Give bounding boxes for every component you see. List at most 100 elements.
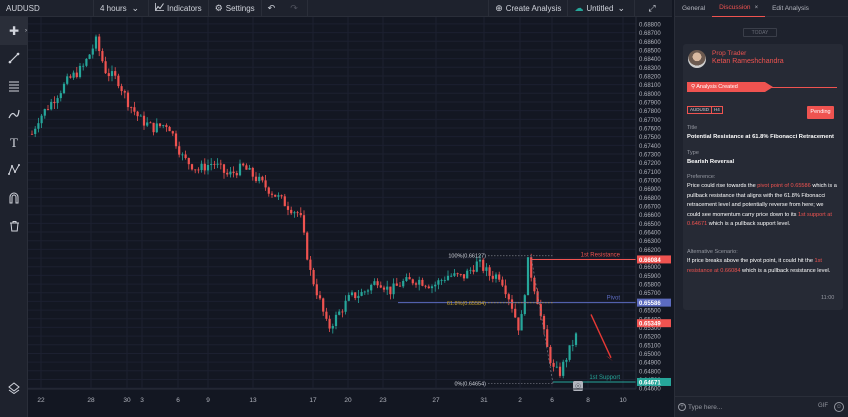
avatar[interactable] xyxy=(688,50,706,68)
candle-body xyxy=(72,72,75,78)
alternative-text-1: If price breaks above the pivot point, i… xyxy=(687,258,815,264)
trendline-tool[interactable] xyxy=(0,45,28,73)
price-tick-label: 0.67700 xyxy=(639,118,661,124)
fib-level-label: 0%(0.64654) xyxy=(455,381,487,387)
tab-edit-analysis-label: Edit Analysis xyxy=(772,4,809,12)
message-time: 11:00 xyxy=(821,295,835,301)
price-tick-label: 0.66400 xyxy=(639,231,661,237)
candle-body xyxy=(251,167,254,177)
candle-body xyxy=(514,308,517,318)
price-chart[interactable]: 1st Resistance Pivot 1st Support 100%(0.661… xyxy=(28,17,672,417)
settings-button[interactable]: ⚙ Settings xyxy=(209,0,262,17)
interval-label: 4 hours xyxy=(100,3,127,13)
candle-body xyxy=(30,133,34,135)
add-attachment-icon[interactable]: + xyxy=(678,403,686,411)
candle-body xyxy=(334,314,338,327)
candle-body xyxy=(517,317,520,331)
interval-select[interactable]: 4 hours ⌄ xyxy=(94,0,149,17)
layout-button[interactable]: ☁ Untitled ⌄ xyxy=(567,0,634,17)
price-tick-label: 0.68000 xyxy=(639,92,661,98)
price-tick-label: 0.66000 xyxy=(639,265,661,271)
price-tick-label: 0.67900 xyxy=(639,100,661,106)
top-toolbar: AUDUSD 4 hours ⌄ Indicators ⚙ Settings ↶… xyxy=(0,0,672,17)
candle-body xyxy=(155,123,158,133)
tab-discussion[interactable]: Discussion × xyxy=(712,0,766,17)
fib-level-label: 61.8%(0.65584) xyxy=(447,301,486,307)
candle-body xyxy=(270,193,274,195)
candle-body xyxy=(248,167,251,170)
candle-body xyxy=(40,115,43,124)
trash-tool[interactable] xyxy=(0,213,28,241)
candle-body xyxy=(146,122,149,126)
candle-body xyxy=(475,261,478,272)
candle-body xyxy=(507,294,510,300)
price-tick-label: 0.65200 xyxy=(639,335,661,341)
indicators-button[interactable]: Indicators xyxy=(149,0,209,17)
fullscreen-button[interactable]: ⤢ xyxy=(634,0,672,17)
panel-tabs: General Discussion × Edit Analysis xyxy=(675,0,848,17)
crosshair-tool[interactable]: ✚ › xyxy=(0,17,28,45)
candle-body xyxy=(178,146,181,155)
price-tick-label: 0.67600 xyxy=(639,126,661,132)
candle-body xyxy=(485,267,488,271)
price-tick-label: 0.68400 xyxy=(639,57,661,63)
symbol-search[interactable]: AUDUSD xyxy=(0,0,94,17)
candle-body xyxy=(459,274,462,275)
candle-body xyxy=(379,285,382,288)
candle-body xyxy=(568,345,571,360)
candle-body xyxy=(293,212,296,214)
candle-body xyxy=(549,346,552,363)
candle-body xyxy=(414,283,418,285)
candle-body xyxy=(94,36,98,49)
price-tick-label: 0.67400 xyxy=(639,144,661,150)
drawing-toolbar: ✚ › T xyxy=(0,17,28,417)
candle-body xyxy=(203,163,206,171)
analysis-card: Prop Trader Ketan Rameshchandra ⚲ Analys… xyxy=(683,44,843,310)
candle-body xyxy=(360,292,363,296)
candle-body xyxy=(498,274,501,280)
redo-button[interactable]: ↷ xyxy=(284,0,308,17)
tab-general[interactable]: General xyxy=(675,0,712,17)
author-name[interactable]: Ketan Rameshchandra xyxy=(712,58,784,65)
close-icon[interactable]: × xyxy=(755,5,759,11)
layers-tool[interactable] xyxy=(0,375,28,403)
text-icon: T xyxy=(10,135,18,150)
candle-body xyxy=(539,304,542,316)
time-tick-label: 2 xyxy=(518,397,522,404)
magnet-tool[interactable] xyxy=(0,185,28,213)
candle-body xyxy=(283,196,286,207)
status-banner-label: Analysis Created xyxy=(696,84,738,90)
create-analysis-button[interactable]: ⊕ Create Analysis xyxy=(488,0,567,17)
candle-body xyxy=(488,267,491,276)
time-tick-label: 9 xyxy=(206,397,210,404)
price-tick-label: 0.68700 xyxy=(639,31,661,37)
brush-tool[interactable] xyxy=(0,101,28,129)
gif-button[interactable]: GIF xyxy=(818,403,828,409)
time-tick-label: 17 xyxy=(309,397,317,404)
candle-body xyxy=(190,164,194,170)
candle-body xyxy=(430,286,434,289)
reply-input[interactable] xyxy=(688,402,808,413)
candle-body xyxy=(350,292,354,296)
settings-label: Settings xyxy=(225,3,255,13)
chart-canvas[interactable]: 1st Resistance Pivot 1st Support 100%(0.661… xyxy=(28,17,672,417)
undo-button[interactable]: ↶ xyxy=(262,0,285,17)
candle-body xyxy=(315,284,318,296)
pattern-tool[interactable] xyxy=(0,157,28,185)
candle-body xyxy=(520,314,523,331)
candle-body xyxy=(181,154,184,156)
tab-edit-analysis[interactable]: Edit Analysis xyxy=(765,0,816,17)
chevron-down-icon: ⌄ xyxy=(617,2,625,13)
fib-tool[interactable] xyxy=(0,73,28,101)
text-tool[interactable]: T xyxy=(0,129,28,157)
support-label: 1st Support xyxy=(589,375,620,381)
tab-discussion-label: Discussion xyxy=(719,4,751,11)
emoji-icon[interactable]: ☺ xyxy=(834,402,844,412)
symbol-label: AUDUSD xyxy=(6,3,40,13)
candle-body xyxy=(366,290,370,292)
undo-icon: ↶ xyxy=(267,2,276,13)
price-tick-label: 0.65100 xyxy=(639,343,661,349)
price-tick-label: 0.66300 xyxy=(639,239,661,245)
candle-body xyxy=(69,76,72,78)
candle-body xyxy=(123,91,126,93)
